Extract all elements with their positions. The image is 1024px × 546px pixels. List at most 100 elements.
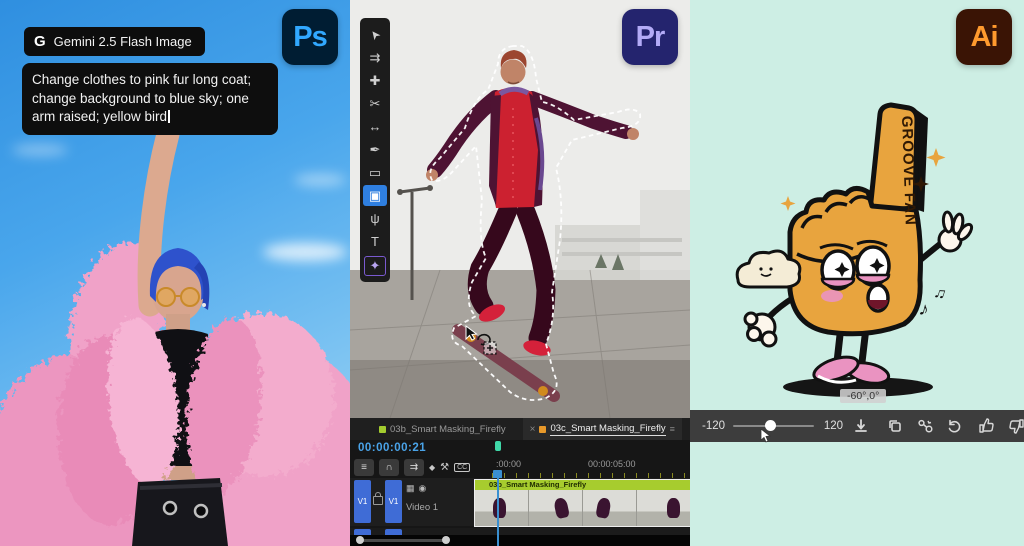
track-select-icon: ⇉ xyxy=(369,49,381,65)
object-selection-tool[interactable]: ▣ xyxy=(363,185,387,206)
ruler-label: :00:00 xyxy=(496,459,522,469)
track-select-forward-tool[interactable]: ⇉ xyxy=(363,47,387,68)
rotation-slider[interactable] xyxy=(733,420,814,431)
slider-max-label: 120 xyxy=(823,420,843,432)
ruler-label: 00:00:05:00 xyxy=(588,459,636,469)
add-marker-icon[interactable]: ◆ xyxy=(429,463,435,472)
google-g-icon: G xyxy=(34,33,46,50)
premiere-panel: ➤ ⇉ ✚ ✂ ↔ ✒ ▭ ▣ ψ T ✦ 03b_Smart Masking_… xyxy=(350,0,690,546)
clip-frame xyxy=(475,490,529,526)
black-pants xyxy=(132,478,228,546)
prompt-line: Change clothes to pink fur long coat; xyxy=(32,72,252,87)
snap-button[interactable]: ∩ xyxy=(379,458,399,476)
download-icon[interactable] xyxy=(853,418,869,434)
rotation-toolbar: -120 120 xyxy=(690,410,1024,442)
tab-label: 03c_Smart Masking_Firefly xyxy=(550,422,666,436)
sequence-color-dot xyxy=(539,425,547,433)
timeline-clip-selected[interactable]: 03b_Smart Masking_Firefly fx xyxy=(474,479,690,527)
showcase-screenshot: G Gemini 2.5 Flash Image Change clothes … xyxy=(0,0,1024,546)
track-visibility-eye-icon[interactable]: ◉ xyxy=(419,483,431,493)
slider-min-label: -120 xyxy=(702,420,726,432)
tab-menu-icon[interactable]: ≡ xyxy=(670,424,675,434)
track-name: Video 1 xyxy=(406,502,439,513)
svg-text:♫: ♫ xyxy=(932,284,949,304)
workflow-icon[interactable] xyxy=(917,418,933,434)
plugins-icon: ✦ xyxy=(369,258,381,273)
scrollbar-handle-right[interactable] xyxy=(442,536,450,544)
timeline-controls: ≡ ∩ ⇉ ◆ ⚒ CC xyxy=(354,456,471,478)
prompt-line: arm raised; yellow bird xyxy=(32,108,268,127)
type-icon: T xyxy=(371,234,379,249)
timeline-tab-bar: 03b_Smart Masking_Firefly × 03c_Smart Ma… xyxy=(350,418,690,440)
mouse-cursor xyxy=(760,428,772,448)
illustrator-logo: Ai xyxy=(956,9,1012,65)
object-selection-icon: ▣ xyxy=(368,187,382,203)
clip-frame xyxy=(529,490,583,526)
timeline-scrollbar[interactable] xyxy=(350,535,690,546)
source-track-v1-button[interactable]: V1 xyxy=(354,480,371,523)
rotation-readout-tooltip: -60°,0° xyxy=(840,389,887,403)
target-track-v1-button[interactable]: V1 xyxy=(385,480,402,523)
hand-icon: ψ xyxy=(370,211,380,226)
playhead-line xyxy=(497,478,499,546)
timeline-panel: 03b_Smart Masking_Firefly × 03c_Smart Ma… xyxy=(350,418,690,546)
ripple-edit-tool[interactable]: ✚ xyxy=(363,70,387,91)
video-track-1: V1 V1 ▦◉ Video 1 03b_Smart Masking_Firef… xyxy=(350,478,690,527)
wrench-icon[interactable]: ⚒ xyxy=(440,462,449,473)
tab-close-icon[interactable]: × xyxy=(530,424,536,435)
scrollbar-track xyxy=(360,539,446,542)
timeline-settings-button[interactable]: ≡ xyxy=(354,458,374,476)
rectangle-icon: ▭ xyxy=(368,164,382,180)
linked-selection-icon: ⇉ xyxy=(409,461,419,473)
scrollbar-handle-left[interactable] xyxy=(356,536,364,544)
selection-tool[interactable]: ➤ xyxy=(363,24,387,45)
gemini-model-label: Gemini 2.5 Flash Image xyxy=(53,34,192,49)
sequence-marker[interactable] xyxy=(495,441,501,451)
playhead-timecode[interactable]: 00:00:00:21 xyxy=(358,442,426,454)
pen-icon: ✒ xyxy=(369,141,381,157)
type-tool[interactable]: T xyxy=(363,231,387,252)
settings-icon: ≡ xyxy=(361,461,367,473)
clip-thumbnails xyxy=(475,490,690,526)
photoshop-logo: Ps xyxy=(282,9,338,65)
premiere-tools-panel: ➤ ⇉ ✚ ✂ ↔ ✒ ▭ ▣ ψ T ✦ xyxy=(360,18,390,282)
razor-icon: ✂ xyxy=(369,95,381,111)
timeline-tab-active[interactable]: × 03c_Smart Masking_Firefly ≡ xyxy=(522,418,682,440)
cloud-shapes xyxy=(12,144,347,261)
duplicate-icon[interactable] xyxy=(887,418,903,434)
portrait-head xyxy=(149,248,210,322)
premiere-logo: Pr xyxy=(622,9,678,65)
prompt-line: change background to blue sky; one xyxy=(32,90,249,106)
sync-lock-icon[interactable]: ▦ xyxy=(406,483,419,493)
clip-frame xyxy=(583,490,637,526)
track-lock-icon[interactable] xyxy=(373,492,383,505)
prompt-input[interactable]: Change clothes to pink fur long coat; ch… xyxy=(22,63,278,135)
magnet-icon: ∩ xyxy=(385,461,393,473)
hand-tool[interactable]: ψ xyxy=(363,208,387,229)
foam-finger-artwork: GROOVE FAN ♪ ♫ xyxy=(735,102,974,397)
linked-selection-button[interactable]: ⇉ xyxy=(404,458,424,476)
photoshop-panel: G Gemini 2.5 Flash Image Change clothes … xyxy=(0,0,350,546)
ripple-edit-icon: ✚ xyxy=(369,72,381,88)
captions-icon[interactable]: CC xyxy=(454,462,471,472)
clip-title-bar: 03b_Smart Masking_Firefly xyxy=(475,480,690,490)
pen-tool[interactable]: ✒ xyxy=(363,139,387,160)
timeline-tracks: V1 V1 ▦◉ Video 1 03b_Smart Masking_Firef… xyxy=(350,478,690,546)
plugins-tool[interactable]: ✦ xyxy=(364,256,386,276)
slip-tool[interactable]: ↔ xyxy=(363,116,387,137)
clip-frame xyxy=(637,490,690,526)
rectangle-tool[interactable]: ▭ xyxy=(363,162,387,183)
tab-label: 03b_Smart Masking_Firefly xyxy=(390,423,506,435)
right-glove xyxy=(937,210,974,253)
gemini-model-chip[interactable]: G Gemini 2.5 Flash Image xyxy=(24,27,205,56)
undo-icon[interactable] xyxy=(946,418,962,434)
slip-icon: ↔ xyxy=(368,119,382,134)
thumbs-down-icon[interactable] xyxy=(1008,418,1024,434)
illustrator-panel: GROOVE FAN ♪ ♫ -60°,0° -120 120 Ai xyxy=(690,0,1024,546)
thumbs-up-icon[interactable] xyxy=(978,418,994,434)
razor-tool[interactable]: ✂ xyxy=(363,93,387,114)
sequence-color-dot xyxy=(379,425,386,433)
timeline-ruler[interactable]: :00:00 00:00:05:00 xyxy=(492,456,690,480)
selection-arrow-icon: ➤ xyxy=(366,26,384,43)
timeline-tab[interactable]: 03b_Smart Masking_Firefly xyxy=(372,418,513,440)
